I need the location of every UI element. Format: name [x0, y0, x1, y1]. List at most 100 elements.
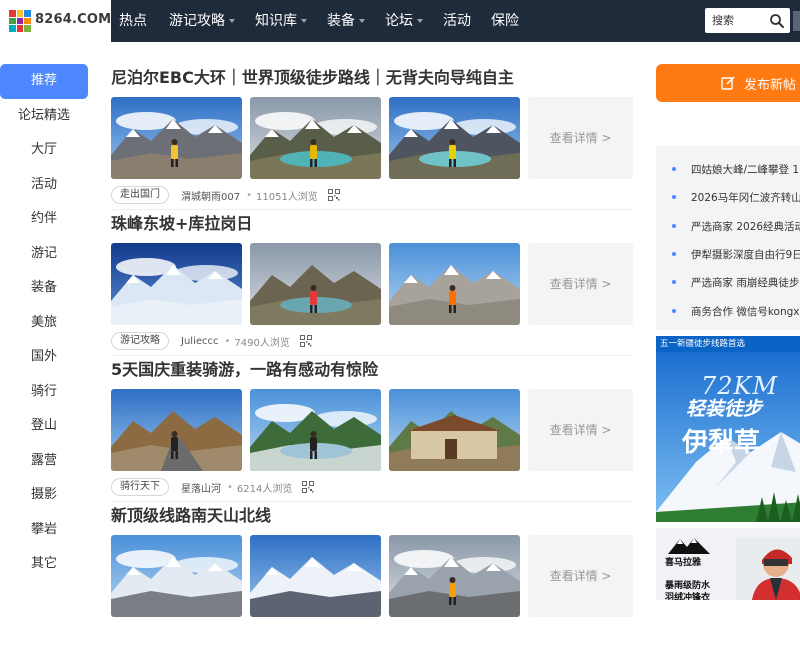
post-meta: 走出国门 渭城朝雨007 • 11051人浏览 [111, 185, 340, 205]
category-sidebar: 推荐 论坛精选 大厅 活动 约伴 游记 装备 美旅 国外 骑行 登山 露营 摄影 攀岩 其它 [0, 64, 88, 582]
bullet-icon [672, 195, 676, 200]
sidebar-item[interactable]: 摄影 [0, 478, 88, 513]
sidebar-item[interactable]: 装备 [0, 271, 88, 306]
logo-icon [9, 10, 31, 32]
sidebar-item[interactable]: 美旅 [0, 306, 88, 341]
post-thumbnails: 查看详情 > [111, 535, 633, 617]
ad-strip: 五一新疆徒步线路首选 [656, 336, 800, 352]
post-category-tag[interactable]: 骑行天下 [111, 478, 169, 496]
sidebar-item[interactable]: 约伴 [0, 202, 88, 237]
post-photo[interactable] [250, 97, 381, 179]
post-title[interactable]: 5天国庆重装骑游，一路有感动有惊险 [111, 356, 378, 380]
sidebar-item[interactable]: 游记 [0, 237, 88, 272]
post-photo[interactable] [111, 97, 242, 179]
nav-item-label: 装备 [327, 13, 355, 29]
view-details-button[interactable]: 查看详情 > [528, 535, 633, 617]
post-photo[interactable] [111, 389, 242, 471]
nav-item-label: 游记攻略 [169, 13, 225, 29]
ad-banner-ili[interactable]: 五一新疆徒步线路首选 72KM 轻装徒步 伊犁草 [656, 336, 800, 522]
post-photo[interactable] [389, 389, 520, 471]
notice-item[interactable]: 严选商家 雨崩经典徒步 [656, 272, 800, 292]
nav-item[interactable]: 保险 [483, 0, 527, 42]
post-views: 11051人浏览 [256, 191, 318, 203]
notice-text: 2026马年冈仁波齐转山 [691, 192, 800, 205]
nav-item-label: 保险 [491, 13, 519, 29]
post-meta: 骑行天下 星落山河 • 6214人浏览 [111, 477, 315, 497]
notice-text: 商务合作 微信号kongxi [691, 305, 800, 318]
post-title[interactable]: 新顶级线路南天山北线 [111, 502, 271, 526]
main-nav: 热点 游记攻略 知识库 装备 论坛 活动 保险 [111, 0, 531, 42]
feed-post[interactable]: 珠峰东坡+库拉岗日 查看详情 > 游记攻略 Julieccc • 7490人浏览 [111, 210, 633, 356]
qr-code-icon[interactable] [302, 481, 315, 493]
notice-item[interactable]: 商务合作 微信号kongxi [656, 301, 800, 321]
post-thumbnails: 查看详情 > [111, 243, 633, 325]
notice-item[interactable]: 四姑娘大峰/二峰攀登 1 [656, 159, 800, 179]
mountain-logo-icon [668, 538, 710, 554]
post-author[interactable]: 渭城朝雨007 [181, 188, 240, 203]
notice-item[interactable]: 严选商家 2026经典活动 [656, 216, 800, 236]
nav-item-label: 活动 [443, 13, 471, 29]
chevron-down-icon [359, 19, 365, 23]
search-icon[interactable] [769, 13, 785, 29]
meta-separator: • [224, 335, 231, 347]
nav-item[interactable]: 论坛 [377, 0, 431, 42]
post-photo[interactable] [389, 535, 520, 617]
feed-post[interactable]: 新顶级线路南天山北线查看详情 > [111, 502, 633, 648]
meta-separator: • [227, 481, 233, 493]
post-photo[interactable] [389, 243, 520, 325]
post-photo[interactable] [250, 535, 381, 617]
notice-item[interactable]: 2026马年冈仁波齐转山 [656, 187, 800, 207]
bullet-icon [672, 280, 676, 285]
search-input[interactable] [712, 11, 768, 30]
nav-item-label: 热点 [119, 13, 147, 29]
qr-code-icon[interactable] [299, 335, 312, 347]
site-logo[interactable]: 8264.COM [0, 0, 111, 42]
bullet-icon [672, 167, 676, 171]
chevron-down-icon [301, 19, 307, 23]
feed-post[interactable]: 尼泊尔EBC大环｜世界顶级徒步路线｜无背夫向导纯自主 查看详情 > 走出国门 渭城朝雨… [111, 64, 633, 210]
qr-code-icon[interactable] [327, 189, 340, 201]
edit-icon [721, 76, 735, 90]
sidebar-item[interactable]: 大厅 [0, 133, 88, 168]
notice-item[interactable]: 伊犁摄影深度自由行9日 [656, 244, 800, 264]
post-category-tag[interactable]: 走出国门 [111, 186, 169, 204]
nav-item[interactable]: 装备 [319, 0, 373, 42]
sidebar-item[interactable]: 论坛精选 [0, 99, 88, 134]
notice-text: 伊犁摄影深度自由行9日 [691, 248, 800, 261]
post-photo[interactable] [250, 389, 381, 471]
view-details-button[interactable]: 查看详情 > [528, 97, 633, 179]
nav-item[interactable]: 知识库 [247, 0, 315, 42]
nav-item[interactable]: 游记攻略 [161, 0, 243, 42]
sidebar-item[interactable]: 推荐 [0, 64, 88, 99]
post-title[interactable]: 珠峰东坡+库拉岗日 [111, 210, 252, 234]
sidebar-item[interactable]: 攀岩 [0, 513, 88, 548]
new-post-button[interactable]: 发布新帖 [656, 64, 800, 102]
ad-image: 72KM 轻装徒步 伊犁草 [656, 352, 800, 522]
post-title[interactable]: 尼泊尔EBC大环｜世界顶级徒步路线｜无背夫向导纯自主 [111, 64, 514, 88]
view-details-button[interactable]: 查看详情 > [528, 389, 633, 471]
view-details-button[interactable]: 查看详情 > [528, 243, 633, 325]
sidebar-item[interactable]: 登山 [0, 409, 88, 444]
post-author[interactable]: 星落山河 [181, 480, 221, 495]
post-author[interactable]: Julieccc [181, 336, 219, 347]
post-meta: 游记攻略 Julieccc • 7490人浏览 [111, 331, 312, 351]
post-photo[interactable] [389, 97, 520, 179]
bullet-icon [672, 223, 676, 228]
post-category-tag[interactable]: 游记攻略 [111, 332, 169, 350]
post-thumbnails: 查看详情 > [111, 389, 633, 471]
sidebar-item[interactable]: 骑行 [0, 375, 88, 410]
sidebar-item[interactable]: 活动 [0, 168, 88, 203]
post-photo[interactable] [111, 535, 242, 617]
nav-item[interactable]: 热点 [111, 0, 155, 42]
ad-banner-jacket[interactable]: 喜马拉雅 暴雨级防水 羽绒冲锋衣 [656, 528, 800, 600]
nav-item[interactable]: 活动 [435, 0, 479, 42]
sidebar-item[interactable]: 露营 [0, 444, 88, 479]
search-box [705, 8, 790, 33]
post-photo[interactable] [111, 243, 242, 325]
feed-post[interactable]: 5天国庆重装骑游，一路有感动有惊险查看详情 > 骑行天下 星落山河 • 6214人浏览 [111, 356, 633, 502]
post-photo[interactable] [250, 243, 381, 325]
sidebar-item[interactable]: 国外 [0, 340, 88, 375]
post-views: 6214人浏览 [236, 483, 293, 495]
sidebar-item[interactable]: 其它 [0, 547, 88, 582]
bullet-icon [672, 308, 676, 313]
